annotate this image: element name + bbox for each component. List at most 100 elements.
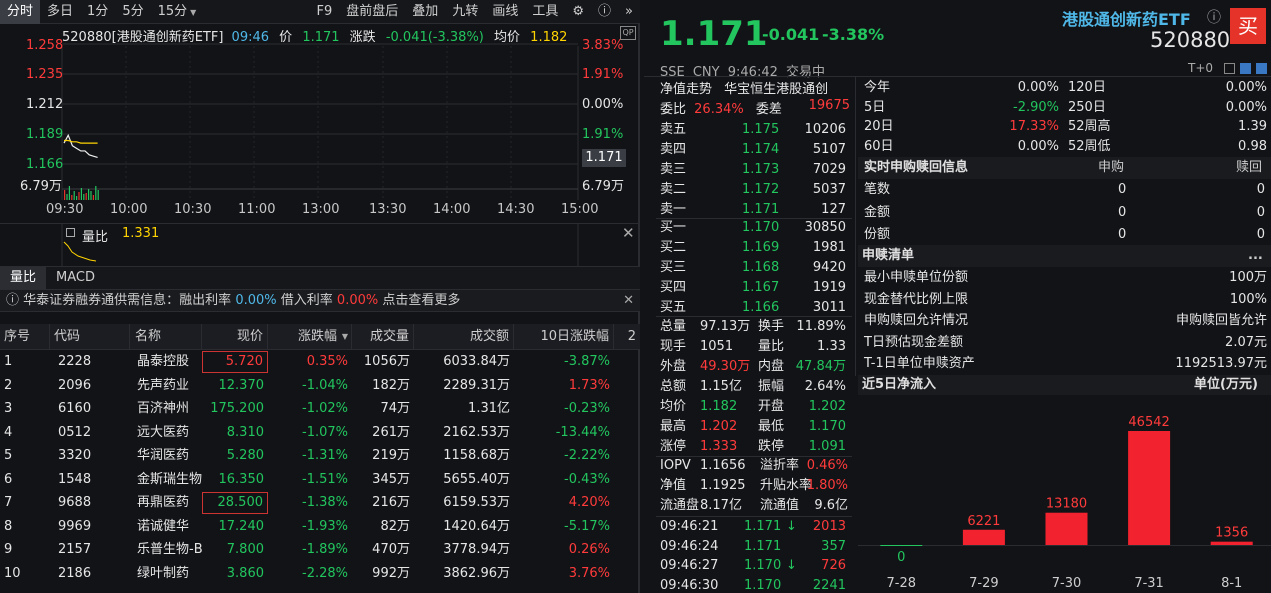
collapse-icon[interactable] xyxy=(66,228,75,237)
help-icon[interactable]: ⓘ xyxy=(591,0,618,24)
premarket-button[interactable]: 盘前盘后 xyxy=(339,0,405,24)
row-amount: 2289.31万 xyxy=(414,374,514,398)
sub-label: 金额 xyxy=(864,202,890,224)
y-left-5: 1.166 xyxy=(26,157,63,172)
row-amount: 6159.53万 xyxy=(414,491,514,515)
tab-macd[interactable]: MACD xyxy=(46,267,105,289)
close-icon[interactable]: ✕ xyxy=(622,224,635,242)
col-price[interactable]: 现价 xyxy=(202,324,268,350)
sort-desc-icon: ▼ xyxy=(342,324,348,350)
stats-row: 均价1.182开盘1.202 xyxy=(656,397,852,417)
row-amount: 2162.53万 xyxy=(414,421,514,445)
row-name: 金斯瑞生物 xyxy=(130,468,202,492)
row-amount: 3778.94万 xyxy=(414,538,514,562)
info-icon[interactable]: ⓘ xyxy=(1207,7,1221,27)
stat-label: 涨停 xyxy=(660,437,686,457)
constituents-table: 序号 代码 名称 现价 涨跌幅▼ 成交量 成交额 10日涨跌幅 2 12228晶… xyxy=(0,324,640,585)
row-name: 先声药业 xyxy=(130,374,202,398)
x-tick: 09:30 xyxy=(46,202,83,217)
nine-turn-button[interactable]: 九转 xyxy=(445,0,485,24)
tab-intraday[interactable]: 分时 xyxy=(0,0,40,24)
close-icon[interactable]: ✕ xyxy=(623,290,634,312)
divider xyxy=(855,76,856,376)
tools-button[interactable]: 工具 xyxy=(525,0,565,24)
volume-bar xyxy=(88,189,89,200)
row-index: 10 xyxy=(0,562,50,586)
intraday-chart-svg xyxy=(0,24,640,224)
table-row[interactable]: 22096先声药业12.370-1.04%182万2289.31万1.73% xyxy=(0,374,640,398)
expand-icon[interactable] xyxy=(1224,63,1235,74)
window-icon[interactable] xyxy=(1240,63,1251,74)
stat-value: 1.182 xyxy=(700,397,737,417)
table-row[interactable]: 61548金斯瑞生物16.350-1.51%345万5655.40万-0.43% xyxy=(0,468,640,492)
margin-notice[interactable]: ⓘ 华泰证券融券通供需信息：融出利率 0.00% 借入利率 0.00% 点击查看… xyxy=(0,290,640,312)
stat-label: 最高 xyxy=(660,417,686,437)
gear-icon[interactable]: ⚙ xyxy=(565,0,591,24)
col-index[interactable]: 序号 xyxy=(0,324,50,350)
indicator-tabs: 量比 MACD xyxy=(0,266,640,290)
table-row[interactable]: 12228晶泰控股5.7200.35%1056万6033.84万-3.87% xyxy=(0,350,640,374)
table-row[interactable]: 36160百济神州175.200-1.02%74万1.31亿-0.23% xyxy=(0,397,640,421)
row-volume: 470万 xyxy=(352,538,414,562)
buy-button[interactable]: 买 xyxy=(1230,8,1266,44)
row-volume: 1056万 xyxy=(352,350,414,374)
tab-1min[interactable]: 1分 xyxy=(80,0,115,24)
list-row: T日预估现金差额2.07元 xyxy=(858,332,1271,354)
table-header: 序号 代码 名称 现价 涨跌幅▼ 成交量 成交额 10日涨跌幅 2 xyxy=(0,324,640,350)
tab-15min[interactable]: 15分▼ xyxy=(151,0,204,24)
col-amount[interactable]: 成交额 xyxy=(414,324,514,350)
tab-multiday[interactable]: 多日 xyxy=(40,0,80,24)
ask-row-label: 卖三 xyxy=(660,160,686,180)
flow-bar xyxy=(1211,542,1253,545)
col-volume[interactable]: 成交量 xyxy=(352,324,414,350)
table-row[interactable]: 53320华润医药5.280-1.31%219万1158.68万-2.22% xyxy=(0,444,640,468)
tab-15min-label: 15分 xyxy=(158,4,188,19)
col-10d-change[interactable]: 10日涨跌幅 xyxy=(514,324,614,350)
row-volume: 261万 xyxy=(352,421,414,445)
perf-label: 5日 xyxy=(864,98,885,118)
fund-name: 港股通创新药ETF xyxy=(1062,6,1191,30)
table-row[interactable]: 79688再鼎医药28.500-1.38%216万6159.53万4.20% xyxy=(0,491,640,515)
sub-col: 申购 xyxy=(1098,157,1124,179)
table-row[interactable]: 102186绿叶制药3.860-2.28%992万3862.96万3.76% xyxy=(0,562,640,586)
table-row[interactable]: 89969诺诚健华17.240-1.93%82万1420.64万-5.17% xyxy=(0,515,640,539)
stat-label: 总额 xyxy=(660,377,686,397)
perf-value: 0.00% xyxy=(1018,78,1059,98)
draw-button[interactable]: 画线 xyxy=(485,0,525,24)
col-more[interactable]: 2 xyxy=(614,324,640,350)
iopv-row: 流通盘8.17亿流通值9.6亿 xyxy=(656,496,852,516)
bid-row: 买一1.17030850 xyxy=(656,218,852,238)
col-name[interactable]: 名称 xyxy=(130,324,202,350)
row-change: -1.89% xyxy=(268,538,352,562)
col-code[interactable]: 代码 xyxy=(50,324,130,350)
overlay-button[interactable]: 叠加 xyxy=(405,0,445,24)
bid-row-volume: 9420 xyxy=(813,258,846,278)
nav-trend-row[interactable]: 净值走势 华宝恒生港股通创 xyxy=(660,78,828,97)
more-icon[interactable]: ... xyxy=(1248,245,1263,267)
expand-icon[interactable]: » xyxy=(618,0,640,24)
iopv-label: 溢折率 xyxy=(760,456,799,476)
row-change: -1.04% xyxy=(268,374,352,398)
bid-row-price: 1.170 xyxy=(742,218,779,238)
iopv-label: 升贴水率 xyxy=(760,476,812,496)
bid-row-price: 1.167 xyxy=(742,278,779,298)
layout-icon[interactable] xyxy=(1256,63,1267,74)
bid-row-volume: 30850 xyxy=(805,218,846,238)
redeem-col: 赎回 xyxy=(1236,157,1262,179)
f9-button[interactable]: F9 xyxy=(310,0,340,24)
sub-row: 笔数00 xyxy=(858,179,1271,201)
tab-volume-ratio[interactable]: 量比 xyxy=(0,267,46,289)
volume-bar xyxy=(74,191,75,200)
col-change[interactable]: 涨跌幅▼ xyxy=(268,324,352,350)
ask-row: 卖四1.1745107 xyxy=(656,140,852,160)
table-row[interactable]: 40512远大医药8.310-1.07%261万2162.53万-13.44% xyxy=(0,421,640,445)
stat-label: 跌停 xyxy=(758,437,784,457)
ask-row-price: 1.174 xyxy=(742,140,779,160)
stat-label: 均价 xyxy=(660,397,686,417)
tab-5min[interactable]: 5分 xyxy=(115,0,150,24)
row-index: 3 xyxy=(0,397,50,421)
flow-bar xyxy=(880,545,922,546)
ask-row-label: 卖五 xyxy=(660,120,686,140)
table-row[interactable]: 92157乐普生物-B7.800-1.89%470万3778.94万0.26% xyxy=(0,538,640,562)
perf-row: 今年0.00%120日0.00% xyxy=(858,78,1271,98)
